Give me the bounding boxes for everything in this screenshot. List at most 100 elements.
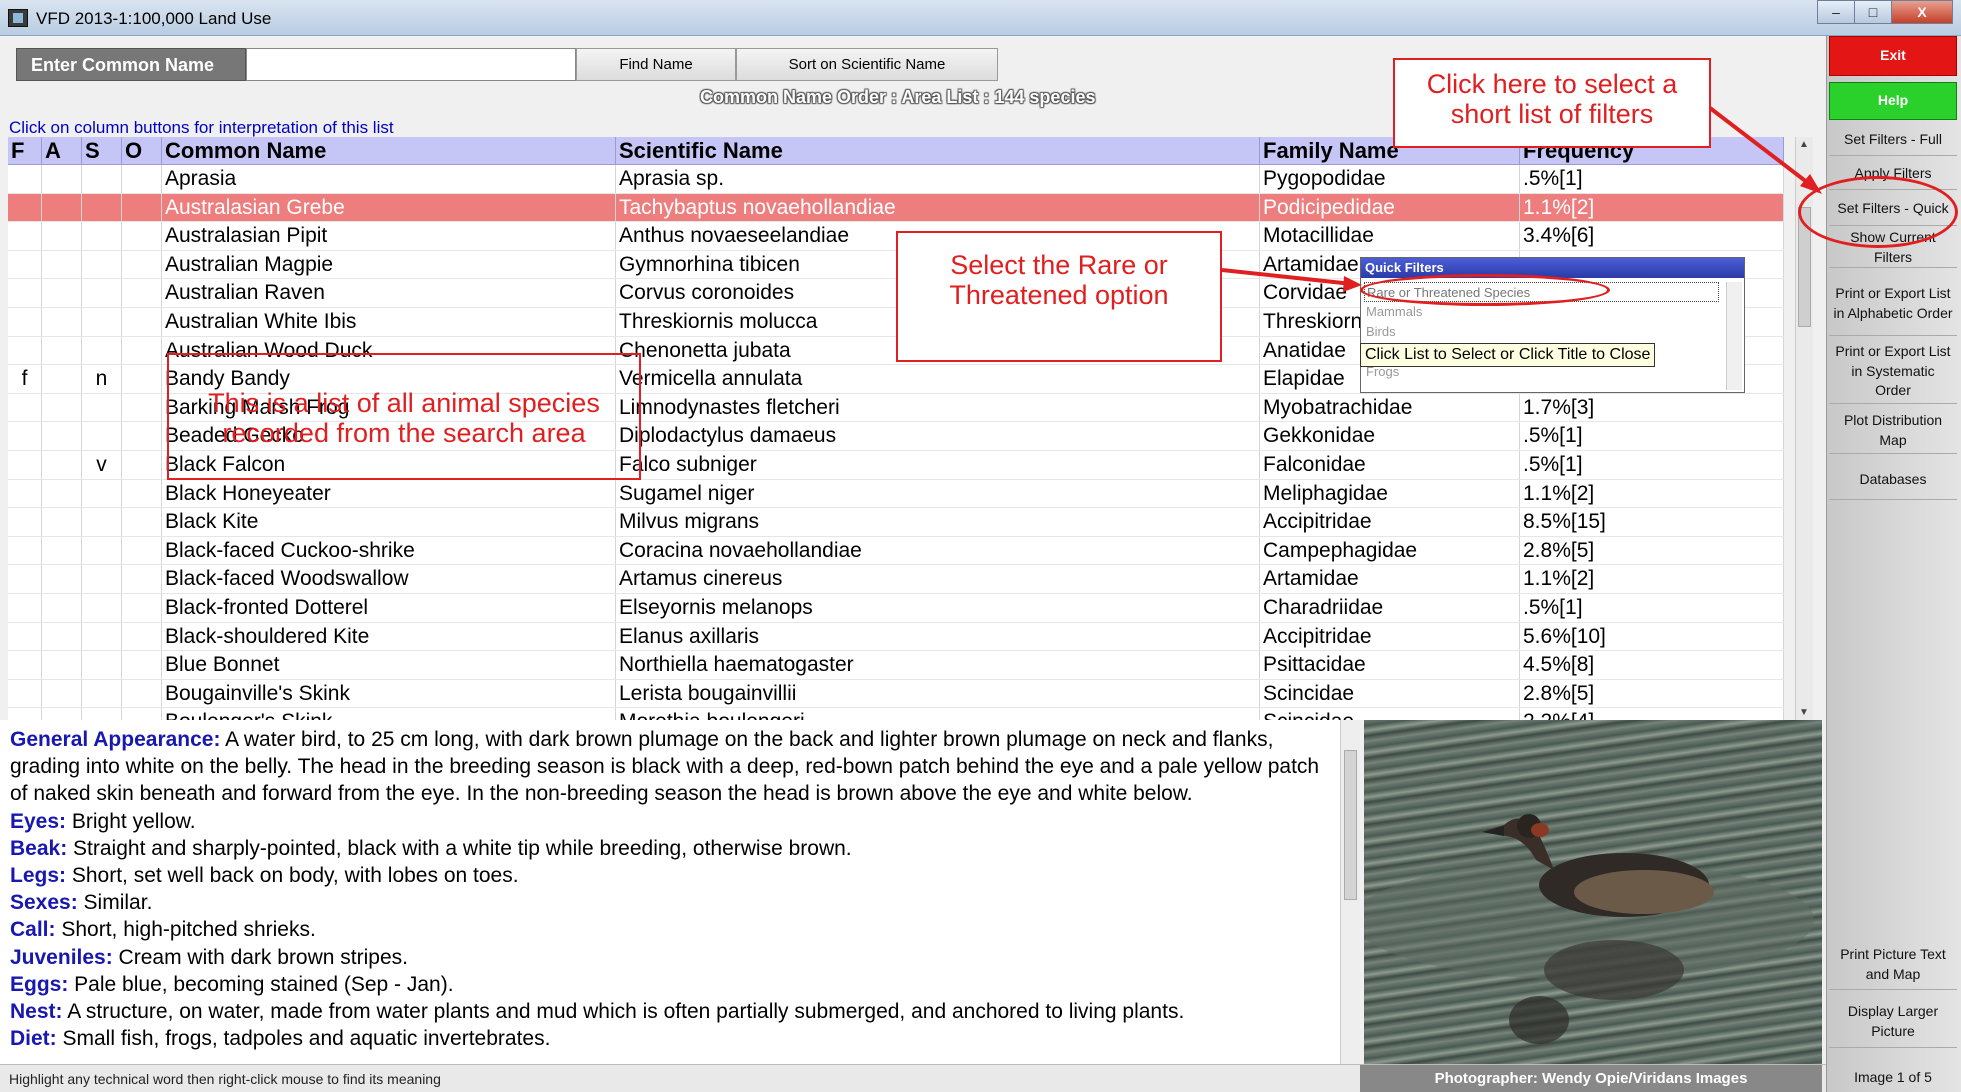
scroll-down-icon[interactable]: ▼	[1799, 707, 1809, 718]
cell-f	[8, 450, 42, 479]
column-header-a[interactable]: A	[42, 137, 82, 164]
plot-distribution-map-button[interactable]: Plot Distribution Map	[1829, 408, 1957, 454]
description-label: Legs:	[10, 864, 67, 888]
cell-o	[122, 365, 162, 393]
table-row[interactable]: Black-faced Woodswallow Artamus cinereus A…	[8, 565, 1784, 594]
quick-filters-tooltip: Click List to Select or Click Title to C…	[1360, 343, 1656, 367]
close-button[interactable]: X	[1891, 0, 1953, 24]
table-row[interactable]: Black-shouldered Kite Elanus axillaris Acc…	[8, 622, 1784, 652]
cell-s	[82, 565, 122, 593]
cell-s	[82, 651, 122, 679]
cell-common: Black-faced Cuckoo-shrike	[162, 536, 616, 565]
print-systematic-button[interactable]: Print or Export List in Systematic Order	[1829, 340, 1957, 404]
cell-a	[42, 679, 82, 708]
cell-s	[82, 536, 122, 565]
table-row[interactable]: Black Honeyeater Sugamel niger Meliphagida…	[8, 479, 1784, 509]
description-entry: Beak: Straight and sharply-pointed, blac…	[10, 835, 1330, 862]
help-button[interactable]: Help	[1829, 82, 1957, 120]
column-header-s[interactable]: S	[82, 137, 122, 164]
cell-freq: .5%[1]	[1520, 165, 1784, 193]
set-filters-full-button[interactable]: Set Filters - Full	[1829, 124, 1957, 156]
table-row[interactable]: Black Kite Milvus migrans Accipitridae 8.5%…	[8, 508, 1784, 537]
cell-freq: 1.7%[3]	[1520, 393, 1784, 422]
sort-scientific-button[interactable]: Sort on Scientific Name	[736, 48, 998, 81]
quick-filter-option[interactable]: Mammals	[1364, 302, 1719, 322]
cell-a	[42, 365, 82, 393]
scroll-up-icon[interactable]: ▲	[1799, 139, 1809, 150]
exit-button[interactable]: Exit	[1829, 36, 1957, 76]
print-picture-text-map-button[interactable]: Print Picture Text and Map	[1829, 940, 1957, 990]
cell-f: f	[8, 365, 42, 393]
order-info: Common Name Order : Area List : 144 spec…	[700, 87, 1096, 107]
column-header-f[interactable]: F	[8, 137, 42, 164]
cell-freq: .5%[1]	[1520, 593, 1784, 622]
cell-sci: Elseyornis melanops	[616, 593, 1260, 622]
cell-a	[42, 165, 82, 193]
display-larger-picture-button[interactable]: Display Larger Picture	[1829, 996, 1957, 1048]
cell-sci: Sugamel niger	[616, 479, 1260, 508]
status-bar: Highlight any technical word then right-…	[0, 1064, 1826, 1092]
cell-o	[122, 222, 162, 250]
cell-s: v	[82, 450, 122, 479]
cell-s	[82, 479, 122, 508]
table-row[interactable]: Bougainville's Skink Lerista bougainvilli…	[8, 679, 1784, 709]
cell-family: Campephagidae	[1260, 536, 1520, 565]
cell-common: Australasian Grebe	[162, 193, 616, 222]
cell-family: Motacillidae	[1260, 222, 1520, 250]
cell-sci: Elanus axillaris	[616, 622, 1260, 651]
table-row[interactable]: Black-fronted Dotterel Elseyornis melanop…	[8, 593, 1784, 623]
cell-f	[8, 336, 42, 365]
cell-s	[82, 336, 122, 365]
common-name-input[interactable]	[246, 48, 576, 81]
description-label: General Appearance:	[10, 728, 221, 751]
find-name-button[interactable]: Find Name	[576, 48, 736, 81]
quick-filter-option[interactable]: Birds	[1364, 322, 1719, 342]
cell-o	[122, 165, 162, 193]
cell-family: Myobatrachidae	[1260, 393, 1520, 422]
description-text: Short, high-pitched shrieks.	[55, 918, 316, 942]
cell-common: Australian Raven	[162, 279, 616, 307]
column-header-o[interactable]: O	[122, 137, 162, 164]
quick-filters-title[interactable]: Quick Filters	[1361, 258, 1744, 278]
cell-s	[82, 593, 122, 622]
common-name-label: Enter Common Name	[16, 48, 246, 81]
cell-s	[82, 307, 122, 336]
cell-o	[122, 393, 162, 422]
description-label: Eggs:	[10, 972, 69, 996]
table-row-selected[interactable]: Australasian Grebe Tachybaptus novaeholla…	[8, 193, 1784, 223]
table-row[interactable]: Blue Bonnet Northiella haematogaster Psitt…	[8, 651, 1784, 680]
column-header-scientific-name[interactable]: Scientific Name	[616, 137, 1260, 164]
description-entry: Eyes: Bright yellow.	[10, 808, 1330, 835]
column-header-common-name[interactable]: Common Name	[162, 137, 616, 164]
cell-family: Gekkonidae	[1260, 422, 1520, 450]
cell-common: Australasian Pipit	[162, 222, 616, 250]
table-row[interactable]: Aprasia Aprasia sp. Pygopodidae .5%[1]	[8, 165, 1784, 194]
maximize-button[interactable]: □	[1854, 0, 1892, 24]
table-row[interactable]: Black-faced Cuckoo-shrike Coracina novaeh…	[8, 536, 1784, 566]
cell-common: Black-shouldered Kite	[162, 622, 616, 651]
minimize-button[interactable]: –	[1817, 0, 1855, 24]
cell-sci: Milvus migrans	[616, 508, 1260, 536]
print-alphabetic-button[interactable]: Print or Export List in Alphabetic Order	[1829, 272, 1957, 336]
cell-freq: 8.5%[15]	[1520, 508, 1784, 536]
cell-common: Bougainville's Skink	[162, 679, 616, 708]
cell-family: Scincidae	[1260, 679, 1520, 708]
cell-o	[122, 536, 162, 565]
databases-button[interactable]: Databases	[1829, 460, 1957, 500]
table-row[interactable]: Boulenger's SkinkMorethia boulengeriScin…	[8, 708, 1784, 720]
cell-f	[8, 422, 42, 450]
cell-a	[42, 336, 82, 365]
cell-family: Accipitridae	[1260, 622, 1520, 651]
rare-option-highlight	[1360, 274, 1610, 306]
cell-f	[8, 193, 42, 222]
description-scroll-thumb[interactable]	[1344, 750, 1357, 900]
description-text: Short, set well back on body, with lobes…	[66, 864, 519, 888]
cell-o	[122, 422, 162, 450]
cell-o	[122, 336, 162, 365]
description-label: Call:	[10, 918, 56, 942]
quick-filters-scrollbar[interactable]	[1726, 282, 1742, 390]
cell-o	[122, 307, 162, 336]
cell-s	[82, 222, 122, 250]
description-scrollbar[interactable]	[1340, 720, 1360, 1064]
search-bar: Enter Common Name Find Name Sort on Scie…	[16, 48, 998, 81]
